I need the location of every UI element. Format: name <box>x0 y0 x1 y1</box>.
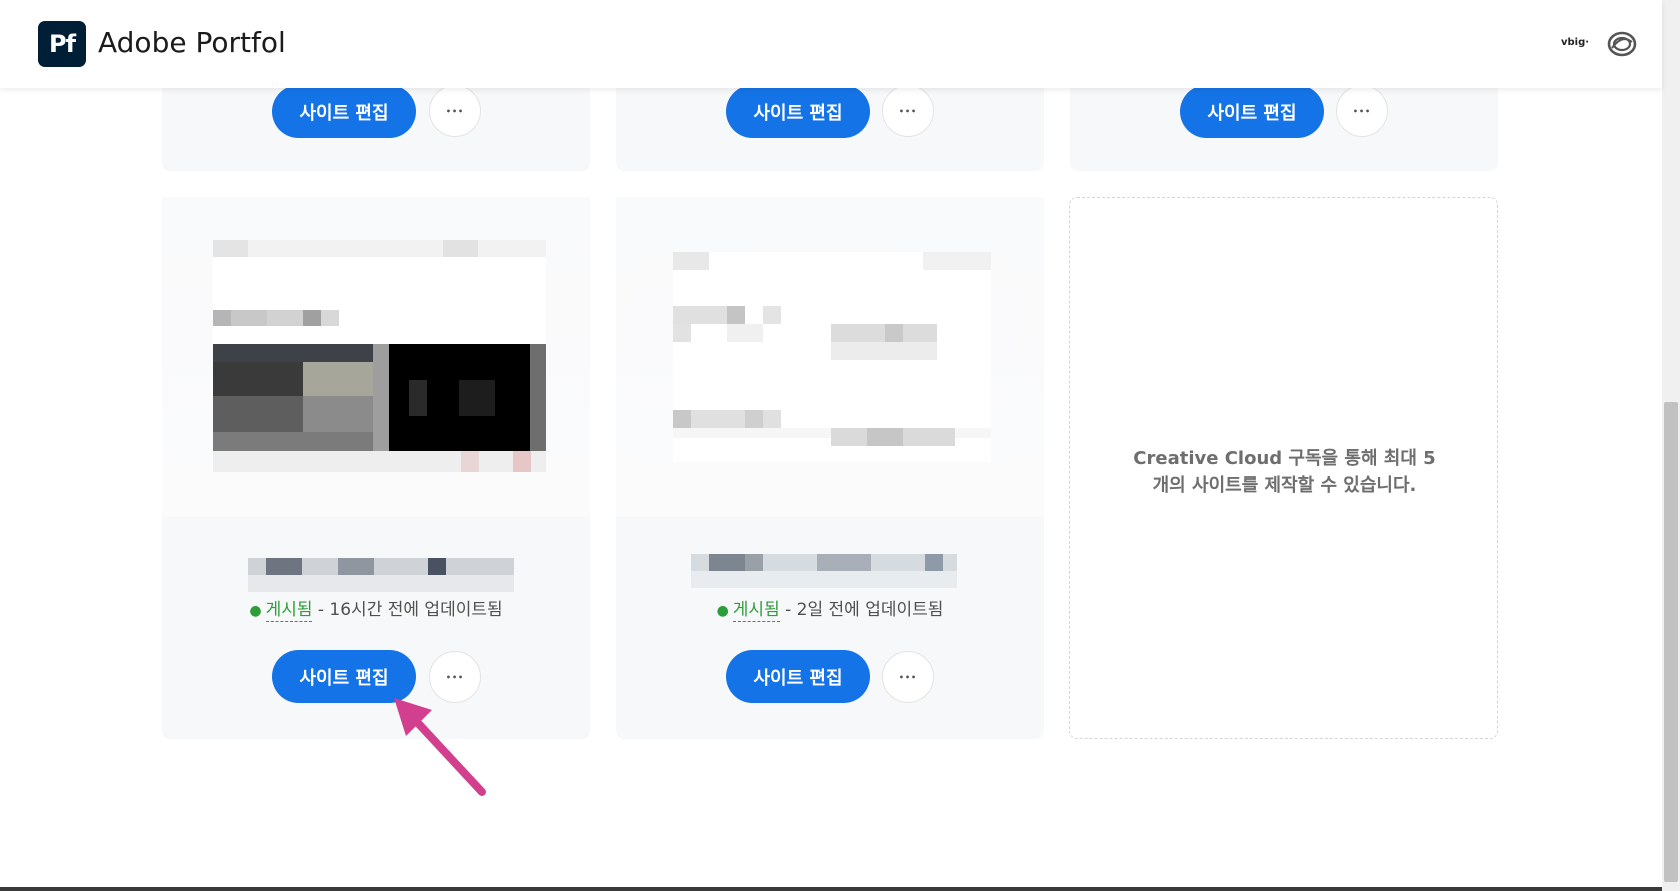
user-badge[interactable]: vbig· <box>1561 37 1589 48</box>
published-dot-icon: ● <box>716 603 729 619</box>
more-horizontal-icon: ••• <box>445 106 465 116</box>
site-limit-placeholder: Creative Cloud 구독을 통해 최대 5 개의 사이트를 제작할 수… <box>1069 197 1498 739</box>
site-thumbnail <box>673 252 991 462</box>
more-options-button[interactable]: ••• <box>1336 85 1388 137</box>
site-card-3: 사이트 편집 ••• <box>1070 80 1498 171</box>
creative-cloud-icon[interactable] <box>1606 30 1638 58</box>
site-thumbnail <box>213 240 546 472</box>
site-thumbnail-area[interactable] <box>616 197 1044 517</box>
site-thumbnail-area[interactable] <box>162 197 590 517</box>
site-card-4: ● 게시됨 - 16시간 전에 업데이트됨 사이트 편집 ••• <box>162 197 590 739</box>
more-horizontal-icon: ••• <box>1352 106 1372 116</box>
site-card-1: 사이트 편집 ••• <box>162 80 590 171</box>
annotation-arrow-icon <box>394 698 486 796</box>
edit-site-button[interactable]: 사이트 편집 <box>726 85 870 138</box>
site-card-5: ● 게시됨 - 2일 전에 업데이트됨 사이트 편집 ••• <box>616 197 1044 739</box>
more-horizontal-icon: ••• <box>898 672 918 682</box>
scrollbar-thumb[interactable] <box>1664 402 1678 882</box>
site-card-2: 사이트 편집 ••• <box>616 80 1044 171</box>
top-bar: Pf Adobe Portfol vbig· <box>0 0 1662 88</box>
site-name-blurred <box>248 558 514 592</box>
published-status-link[interactable]: 게시됨 <box>732 600 780 622</box>
updated-time: - 16시간 전에 업데이트됨 <box>312 600 503 620</box>
site-status: ● 게시됨 - 2일 전에 업데이트됨 <box>616 595 1044 622</box>
edit-site-button[interactable]: 사이트 편집 <box>726 650 870 703</box>
more-options-button[interactable]: ••• <box>882 85 934 137</box>
site-status: ● 게시됨 - 16시간 전에 업데이트됨 <box>162 595 590 622</box>
updated-time: - 2일 전에 업데이트됨 <box>779 600 944 620</box>
edit-site-button[interactable]: 사이트 편집 <box>1180 85 1324 138</box>
more-horizontal-icon: ••• <box>898 106 918 116</box>
site-limit-message-line2: 개의 사이트를 제작할 수 있습니다. <box>1152 475 1417 496</box>
more-horizontal-icon: ••• <box>445 672 465 682</box>
published-dot-icon: ● <box>249 603 262 619</box>
site-name-blurred <box>691 554 957 588</box>
site-limit-message: Creative Cloud 구독을 통해 최대 5 개의 사이트를 제작할 수… <box>1070 445 1499 499</box>
window-bottom-edge <box>0 887 1662 891</box>
portfolio-logo-icon[interactable]: Pf <box>38 21 86 67</box>
app-title: Adobe Portfol <box>98 26 286 59</box>
published-status-link[interactable]: 게시됨 <box>265 600 313 622</box>
site-limit-message-line1: Creative Cloud 구독을 통해 최대 5 <box>1133 448 1436 469</box>
edit-site-button[interactable]: 사이트 편집 <box>272 85 416 138</box>
more-options-button[interactable]: ••• <box>882 651 934 703</box>
more-options-button[interactable]: ••• <box>429 85 481 137</box>
